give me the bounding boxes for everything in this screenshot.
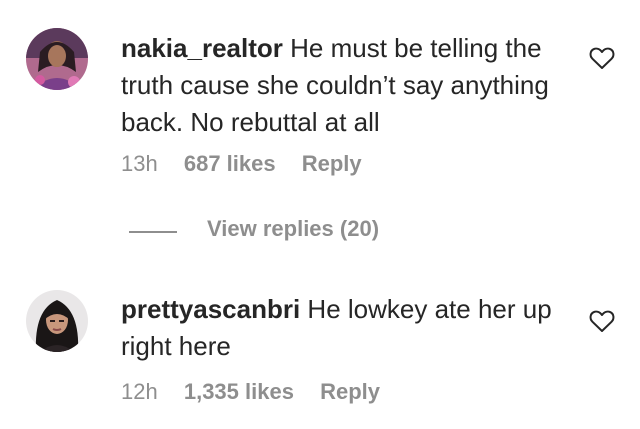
comment-body: prettyascanbri He lowkey ate her up righ… xyxy=(121,291,561,365)
reply-button[interactable]: Reply xyxy=(302,151,362,176)
avatar-image xyxy=(26,28,88,90)
heart-outline-icon[interactable] xyxy=(589,46,615,70)
comment-likes[interactable]: 1,335 likes xyxy=(184,379,294,404)
heart-outline-icon[interactable] xyxy=(589,309,615,333)
comment-meta: 12h 1,335 likes Reply xyxy=(121,379,400,405)
avatar[interactable] xyxy=(26,28,88,90)
comment-username[interactable]: nakia_realtor xyxy=(121,33,283,63)
comment-username[interactable]: prettyascanbri xyxy=(121,294,300,324)
replies-divider xyxy=(129,231,177,233)
comment-time: 12h xyxy=(121,379,158,404)
view-replies[interactable]: View replies (20) xyxy=(0,216,640,248)
avatar-image xyxy=(26,290,88,352)
comment-time: 13h xyxy=(121,151,158,176)
view-replies-button[interactable]: View replies (20) xyxy=(207,216,379,242)
reply-button[interactable]: Reply xyxy=(320,379,380,404)
comment-likes[interactable]: 687 likes xyxy=(184,151,276,176)
avatar[interactable] xyxy=(26,290,88,352)
comment-body: nakia_realtor He must be telling the tru… xyxy=(121,30,561,141)
comment-meta: 13h 687 likes Reply xyxy=(121,151,382,177)
